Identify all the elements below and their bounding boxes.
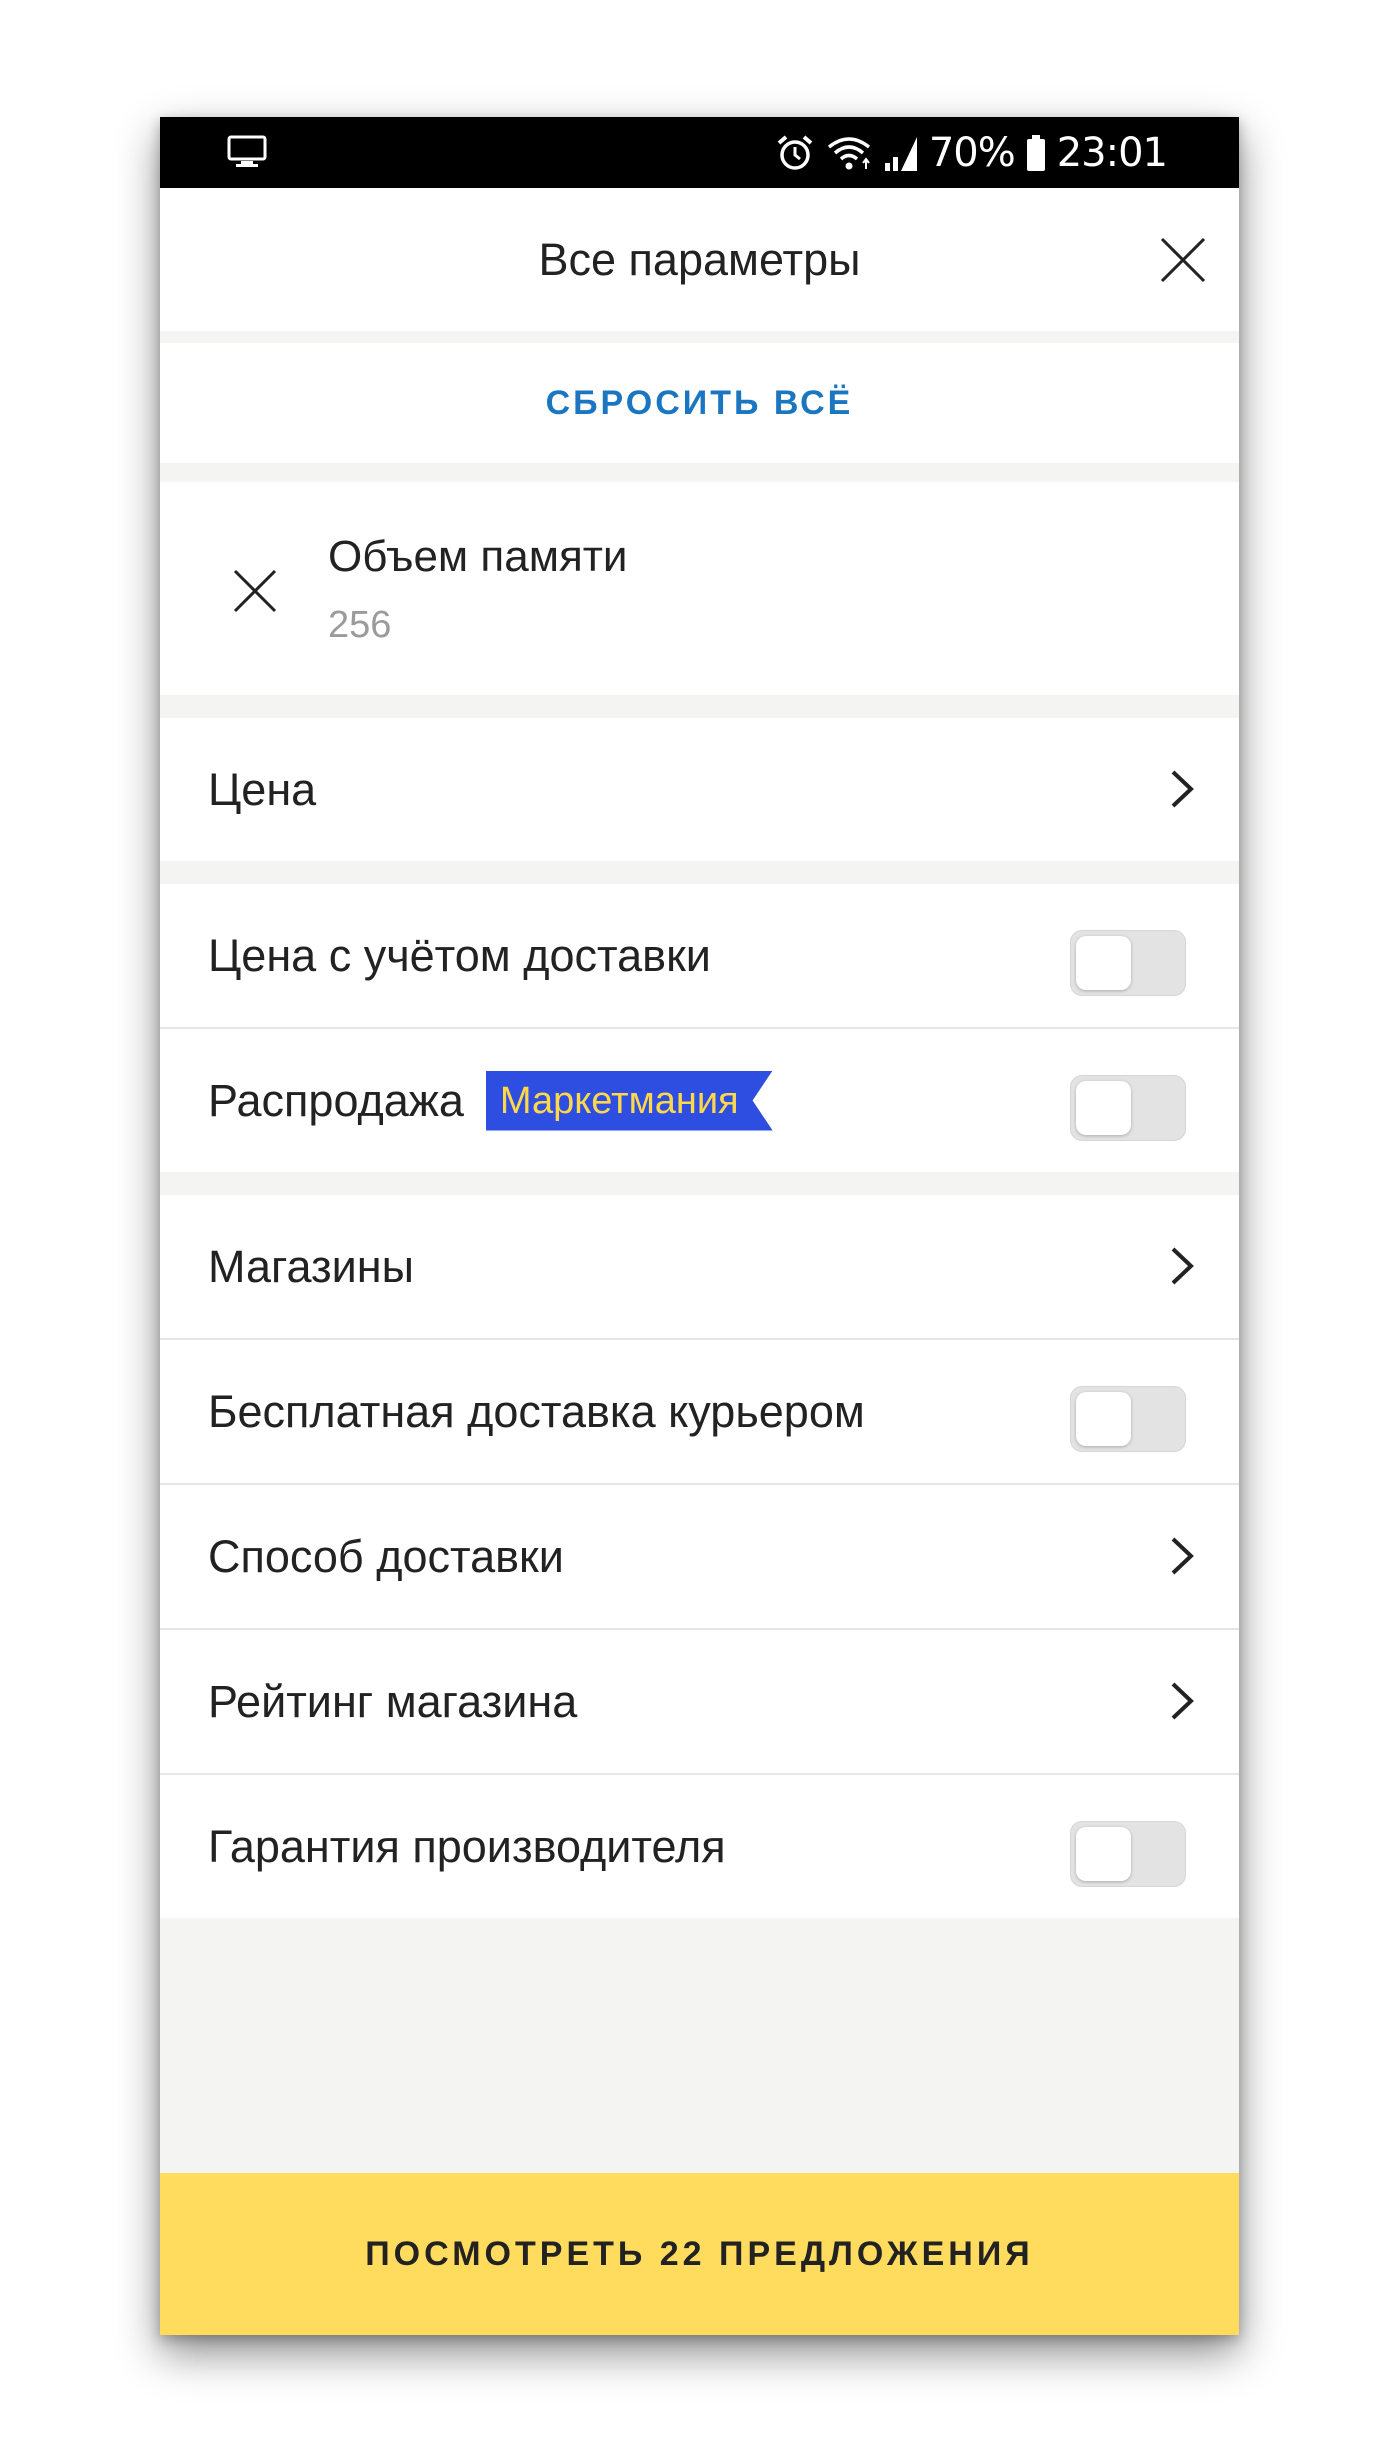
battery-icon [1025, 133, 1047, 173]
filter-row-delivery-method[interactable]: Способ доставки [160, 1485, 1239, 1628]
active-filter-value: 256 [328, 604, 392, 646]
filter-row-price[interactable]: Цена [160, 718, 1239, 861]
close-icon[interactable] [1159, 236, 1207, 284]
active-filter-label: Объем памяти [328, 532, 628, 581]
filter-label: Бесплатная доставка курьером [208, 1385, 865, 1437]
status-time: 23:01 [1056, 129, 1168, 176]
toggle-knob [1076, 1081, 1131, 1135]
filter-label: Гарантия производителя [208, 1820, 726, 1872]
status-bar: 70% 23:01 [160, 117, 1239, 188]
filter-label-wrap: Распродажа Маркетмания [208, 1029, 773, 1172]
filter-row-free-courier[interactable]: Бесплатная доставка курьером [160, 1340, 1239, 1483]
screen-mirror-icon [227, 135, 267, 169]
wifi-icon [825, 133, 873, 173]
chevron-right-icon [1171, 1682, 1194, 1720]
marketmania-badge: Маркетмания [485, 1070, 773, 1131]
warranty-toggle[interactable] [1070, 1821, 1186, 1887]
phone-screen: 70% 23:01 Все параметры СБРОСИТЬ ВСЁ Объ… [160, 117, 1239, 2335]
chevron-right-icon [1171, 1537, 1194, 1575]
filter-row-warranty[interactable]: Гарантия производителя [160, 1775, 1239, 1918]
battery-percent: 70% [928, 129, 1016, 176]
filter-label: Рейтинг магазина [208, 1675, 578, 1727]
alarm-icon [775, 133, 815, 173]
filter-label: Цена [208, 763, 317, 815]
active-filter: Объем памяти 256 [160, 482, 1239, 695]
show-offers-button[interactable]: ПОСМОТРЕТЬ 22 ПРЕДЛОЖЕНИЯ [160, 2173, 1239, 2335]
toggle-knob [1076, 1827, 1131, 1881]
filter-row-shops[interactable]: Магазины [160, 1195, 1239, 1338]
filter-row-shop-rating[interactable]: Рейтинг магазина [160, 1630, 1239, 1773]
chevron-right-icon [1171, 1247, 1194, 1285]
page-title: Все параметры [538, 233, 861, 285]
header: Все параметры [160, 188, 1239, 331]
toggle-knob [1076, 1392, 1131, 1446]
filter-label: Способ доставки [208, 1530, 564, 1582]
remove-filter-icon[interactable] [232, 568, 278, 614]
free-courier-toggle[interactable] [1070, 1386, 1186, 1452]
filter-label: Магазины [208, 1240, 414, 1292]
reset-all-button[interactable]: СБРОСИТЬ ВСЁ [160, 343, 1239, 463]
signal-icon [883, 133, 919, 173]
filter-label: Распродажа [208, 1074, 464, 1126]
filter-row-sale[interactable]: Распродажа Маркетмания [160, 1029, 1239, 1172]
chevron-right-icon [1171, 770, 1194, 808]
filter-label: Цена с учётом доставки [208, 929, 711, 981]
filter-row-price-with-delivery[interactable]: Цена с учётом доставки [160, 884, 1239, 1027]
sale-toggle[interactable] [1070, 1075, 1186, 1141]
toggle-knob [1076, 936, 1131, 990]
price-with-delivery-toggle[interactable] [1070, 930, 1186, 996]
